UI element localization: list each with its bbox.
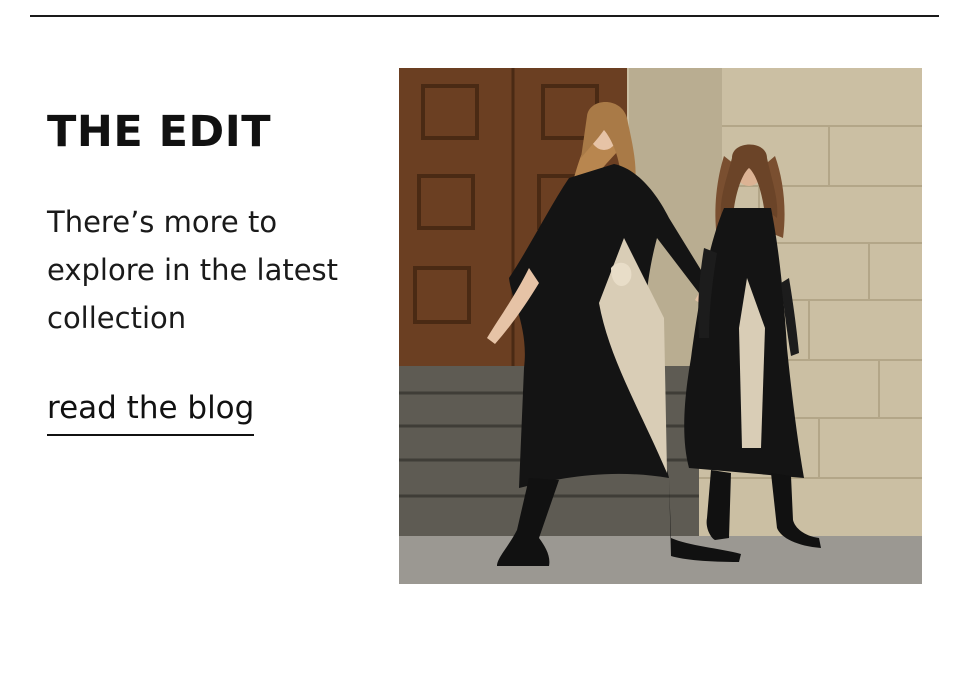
- pavement: [399, 536, 922, 584]
- edit-text-block: THE EDIT There’s more to explore in the …: [47, 102, 377, 436]
- fashion-photo-illustration: [399, 68, 922, 584]
- top-divider: [30, 15, 939, 17]
- collection-photo[interactable]: [399, 68, 922, 584]
- section-heading: THE EDIT: [47, 107, 272, 157]
- section-subtext: There’s more to explore in the latest co…: [47, 205, 339, 335]
- read-blog-link[interactable]: read the blog: [47, 386, 255, 436]
